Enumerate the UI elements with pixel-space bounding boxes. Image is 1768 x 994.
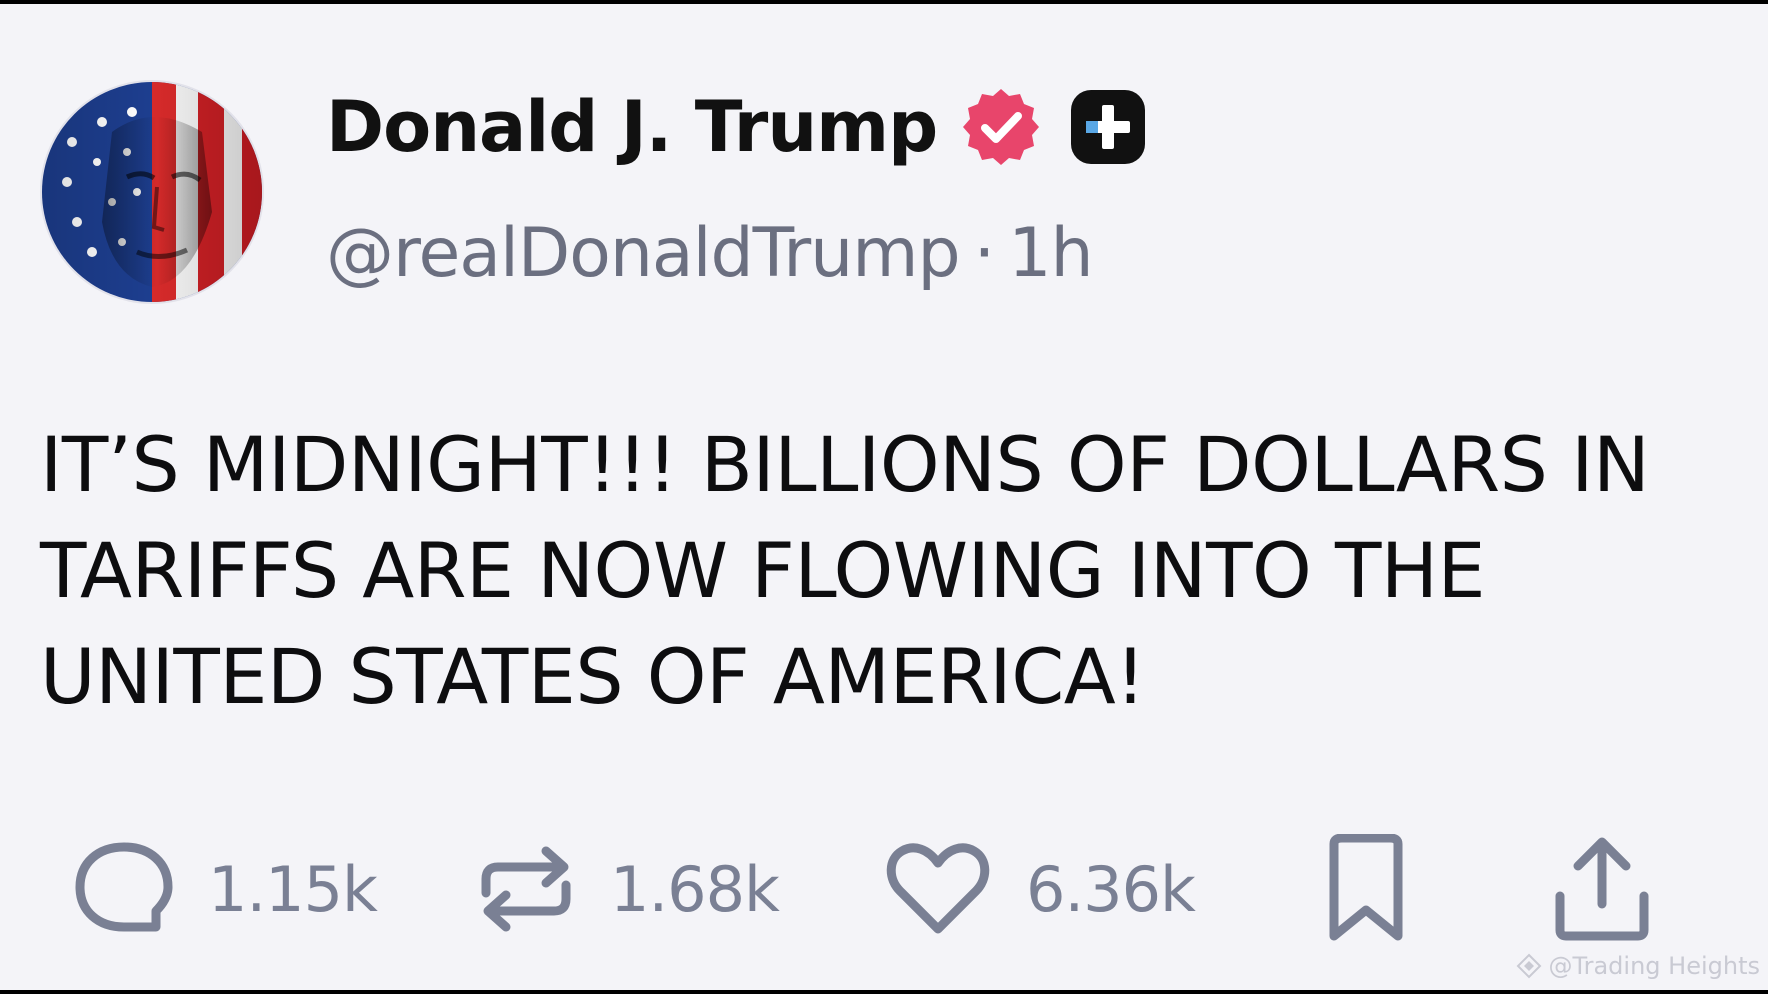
plus-badge-icon <box>1071 90 1146 164</box>
watermark: @Trading Heights <box>1516 952 1760 980</box>
watermark-text: @Trading Heights <box>1548 952 1760 980</box>
action-bar: 1.15k 1.68k 6.36k <box>0 834 1768 944</box>
avatar[interactable] <box>40 80 264 304</box>
repost-button[interactable]: 1.68k <box>476 834 780 944</box>
share-icon <box>1555 837 1649 941</box>
heart-icon <box>886 843 990 934</box>
bookmark-icon <box>1329 834 1403 941</box>
reply-count: 1.15k <box>208 852 378 926</box>
reply-icon <box>75 842 173 932</box>
avatar-image <box>42 82 262 302</box>
like-button[interactable]: 6.36k <box>884 834 1196 944</box>
reply-button[interactable]: 1.15k <box>74 834 378 944</box>
post-timestamp[interactable]: 1h <box>1008 214 1093 293</box>
post-text: IT’S MIDNIGHT!!! BILLIONS OF DOLLARS IN … <box>40 420 1650 721</box>
meta-separator: · <box>973 214 996 293</box>
author-handle-row: @realDonaldTrump · 1h <box>326 214 1094 293</box>
repost-count: 1.68k <box>610 852 780 926</box>
verified-badge-icon <box>963 89 1040 165</box>
post-card: Donald J. Trump @realDonaldTrump · 1h IT’S… <box>0 4 1768 990</box>
author-handle[interactable]: @realDonaldTrump <box>326 214 961 293</box>
author-name-row: Donald J. Trump <box>326 82 1147 172</box>
author-display-name[interactable]: Donald J. Trump <box>326 86 938 168</box>
watermark-logo-icon <box>1517 953 1542 979</box>
like-count: 6.36k <box>1026 852 1196 926</box>
repost-icon <box>481 846 571 932</box>
share-button[interactable] <box>1552 834 1652 944</box>
bookmark-button[interactable] <box>1326 834 1406 944</box>
